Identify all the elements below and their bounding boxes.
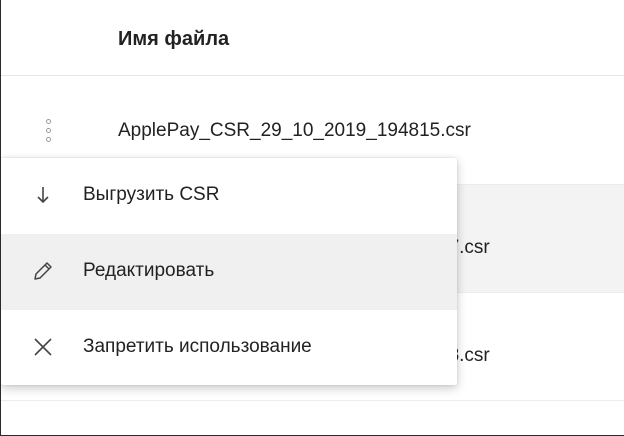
menu-item-label: Редактировать <box>83 260 215 281</box>
row-actions-kebab-icon[interactable] <box>44 119 54 149</box>
pencil-icon <box>34 262 52 280</box>
row-filename: ApplePay_CSR_29_10_2019_194815.csr <box>118 120 471 141</box>
menu-item-label: Выгрузить CSR <box>83 184 220 205</box>
close-x-icon <box>34 338 52 356</box>
menu-item-label: Запретить использование <box>83 336 312 357</box>
row-context-menu: Выгрузить CSR Редактировать Запретить ис… <box>1 158 457 385</box>
column-header-filename[interactable]: Имя файла <box>118 28 229 51</box>
download-arrow-icon <box>37 187 49 204</box>
file-table-panel: Имя файла ApplePay_CSR_29_10_2019_194815… <box>0 0 624 436</box>
menu-item-edit[interactable]: Редактировать <box>1 234 457 310</box>
menu-item-disable-usage[interactable]: Запретить использование <box>1 310 457 386</box>
table-header: Имя файла <box>1 0 624 76</box>
menu-item-download-csr[interactable]: Выгрузить CSR <box>1 158 457 234</box>
